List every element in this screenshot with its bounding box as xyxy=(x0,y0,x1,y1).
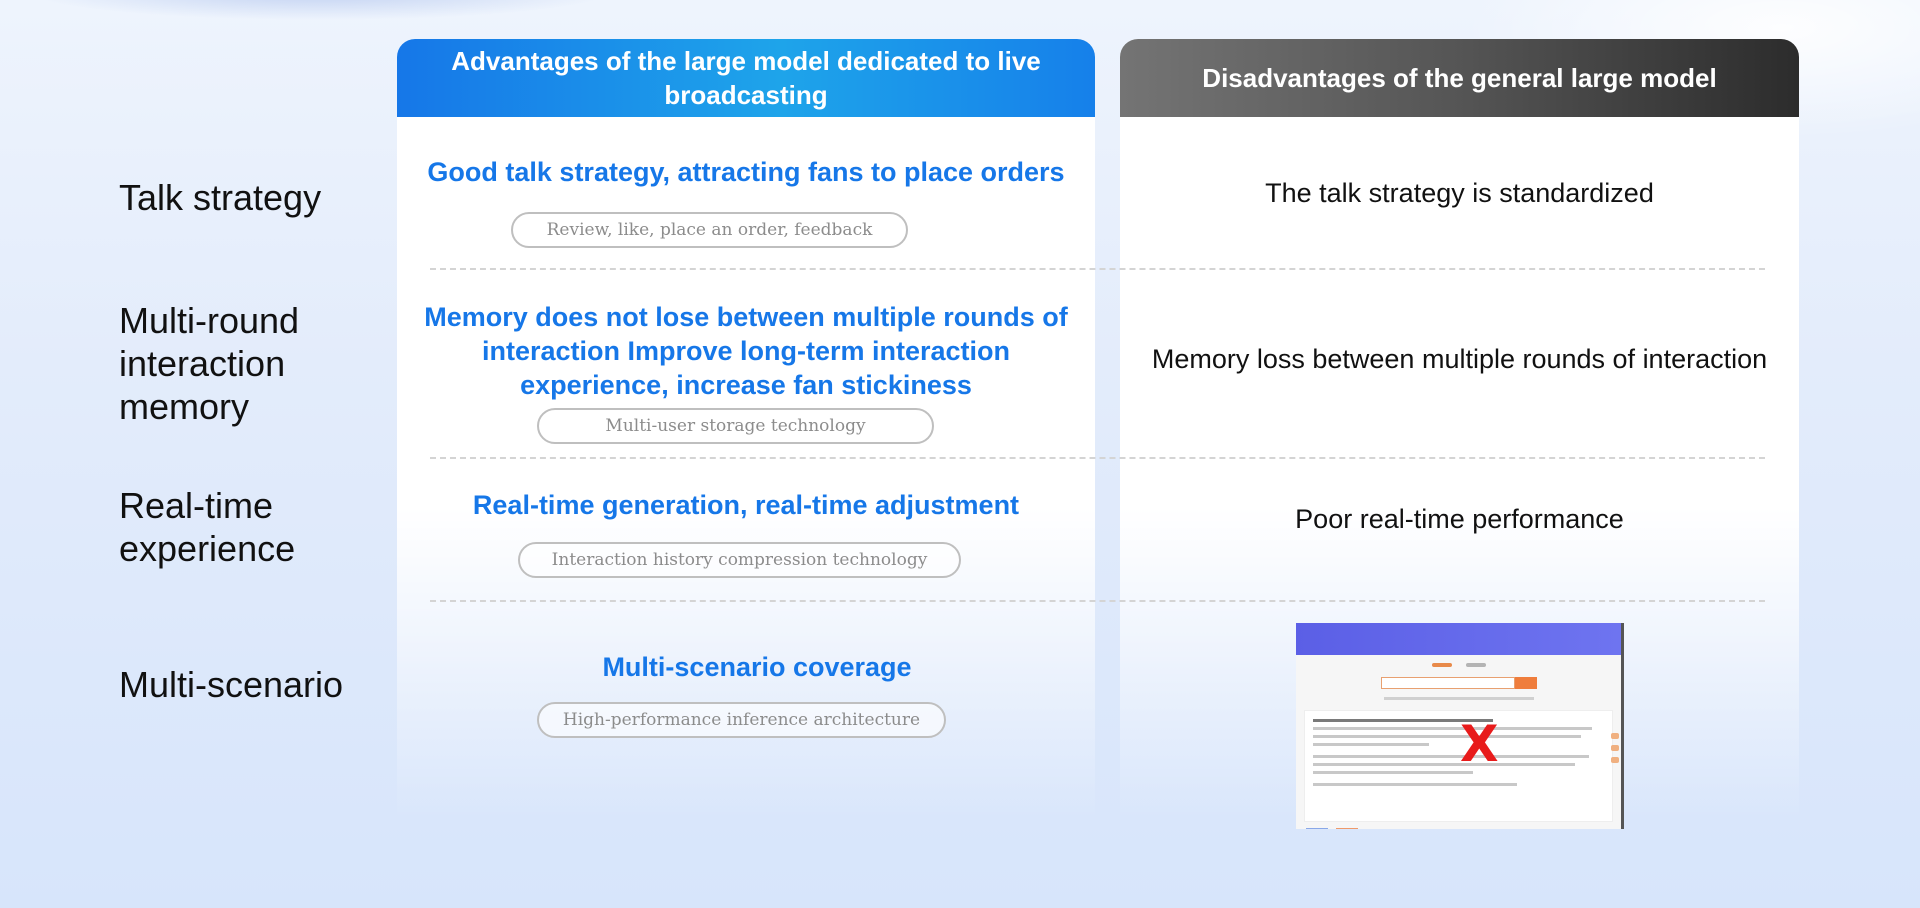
screenshot-footer xyxy=(1306,828,1611,829)
row-divider xyxy=(430,600,1765,602)
tag-real-time: Interaction history compression technolo… xyxy=(518,542,961,578)
screenshot-input-bar xyxy=(1380,677,1537,689)
tag-talk-strategy: Review, like, place an order, feedback xyxy=(511,212,908,248)
tag-multi-scenario: High-performance inference architecture xyxy=(537,702,946,738)
row-divider xyxy=(430,457,1765,459)
screenshot-header-bar xyxy=(1296,623,1621,655)
disadvantages-header: Disadvantages of the general large model xyxy=(1120,39,1799,117)
advantage-talk-strategy: Good talk strategy, attracting fans to p… xyxy=(427,157,1065,187)
screenshot-side-icons xyxy=(1611,733,1619,783)
advantages-header: Advantages of the large model dedicated … xyxy=(397,39,1095,117)
disadvantage-multi-round-memory: Memory loss between multiple rounds of i… xyxy=(1151,344,1768,374)
advantage-multi-round-memory: Memory does not lose between multiple ro… xyxy=(424,302,1068,400)
tag-multi-round-memory: Multi-user storage technology xyxy=(537,408,934,444)
cross-mark-icon: X xyxy=(1460,715,1499,773)
row-label-real-time: Real-time experience xyxy=(119,485,296,569)
row-label-multi-round-memory: Multi-round interaction memory xyxy=(119,300,300,427)
screenshot-text-card xyxy=(1304,710,1613,822)
advantage-real-time: Real-time generation, real-time adjustme… xyxy=(472,490,1020,520)
row-divider xyxy=(430,268,1765,270)
screenshot-meta-line xyxy=(1383,697,1534,700)
general-model-screenshot: X xyxy=(1296,623,1624,829)
row-label-multi-scenario: Multi-scenario xyxy=(119,664,344,705)
background-glow xyxy=(20,0,620,20)
advantage-multi-scenario: Multi-scenario coverage xyxy=(602,652,912,682)
screenshot-tabs xyxy=(1296,663,1621,667)
disadvantage-talk-strategy: The talk strategy is standardized xyxy=(1265,178,1654,208)
disadvantage-real-time: Poor real-time performance xyxy=(1295,504,1624,534)
row-label-talk-strategy: Talk strategy xyxy=(119,177,322,218)
